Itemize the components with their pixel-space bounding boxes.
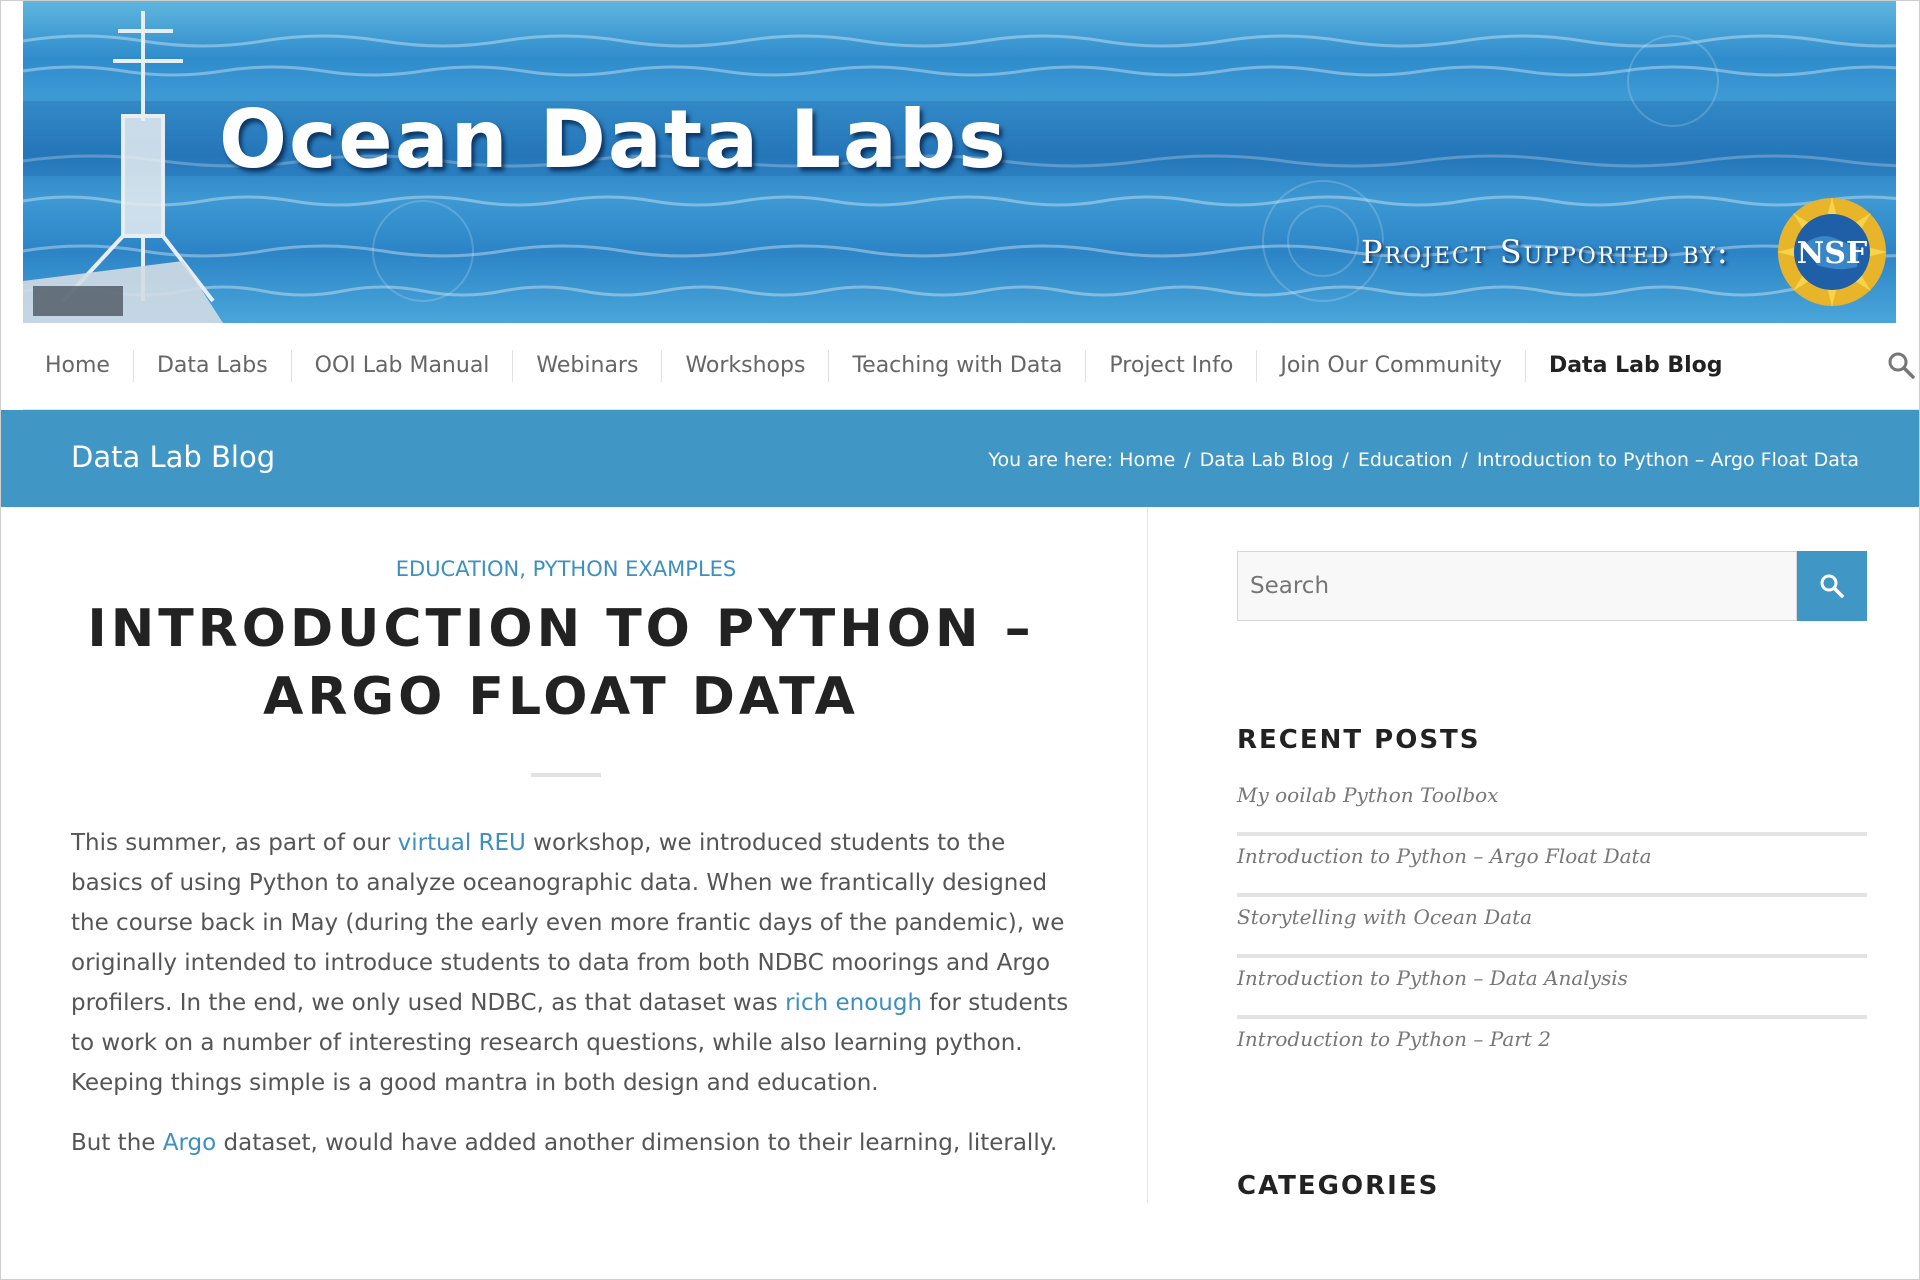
recent-post-item[interactable]: Storytelling with Ocean Data [1237, 897, 1867, 958]
nav-item-workshops[interactable]: Workshops [661, 350, 828, 382]
breadcrumb: You are here: Home / Data Lab Blog / Edu… [988, 449, 1859, 471]
paragraph-2: But the Argo dataset, would have added a… [71, 1130, 1058, 1156]
breadcrumb-separator: / [1342, 449, 1349, 471]
nav-item-home[interactable]: Home [23, 350, 133, 382]
sidebar-search [1237, 551, 1867, 621]
breadcrumb-prefix: You are here: [988, 449, 1114, 471]
nav-menu: Home Data Labs OOI Lab Manual Webinars W… [23, 323, 1919, 409]
recent-posts-title: RECENT POSTS [1237, 725, 1481, 755]
categories-title: CATEGORIES [1237, 1171, 1440, 1201]
recent-post-item[interactable]: Introduction to Python – Argo Float Data [1237, 836, 1867, 897]
nav-item-data-labs[interactable]: Data Labs [132, 350, 291, 382]
buoy-graphic [23, 11, 223, 323]
post-title-line-1: INTRODUCTION TO PYTHON – [87, 599, 1035, 659]
nav-item-teaching-with-data[interactable]: Teaching with Data [828, 350, 1085, 382]
post-body: This summer, as part of our virtual REU … [71, 823, 1071, 1183]
category-link-python-examples[interactable]: PYTHON EXAMPLES [533, 557, 737, 581]
link-virtual-reu[interactable]: virtual REU [398, 830, 526, 856]
page-title[interactable]: Data Lab Blog [71, 440, 275, 474]
site-banner[interactable]: Ocean Data Labs Project Supported by: NS… [23, 1, 1896, 323]
recent-post-item[interactable]: Introduction to Python – Part 2 [1237, 1019, 1867, 1076]
recent-posts-list: My ooilab Python Toolbox Introduction to… [1237, 775, 1867, 1076]
category-link-education[interactable]: EDUCATION [396, 557, 519, 581]
breadcrumb-education[interactable]: Education [1358, 449, 1453, 471]
article: EDUCATION, PYTHON EXAMPLES INTRODUCTION … [1, 507, 1148, 1203]
nav-item-data-lab-blog[interactable]: Data Lab Blog [1524, 350, 1746, 382]
paragraph-1: This summer, as part of our virtual REU … [71, 830, 1069, 1096]
page-title-bar: Data Lab Blog You are here: Home / Data … [1, 410, 1919, 507]
nav-item-join-our-community[interactable]: Join Our Community [1256, 350, 1525, 382]
search-icon [1820, 574, 1844, 598]
breadcrumb-separator: / [1461, 449, 1468, 471]
breadcrumb-home[interactable]: Home [1119, 449, 1175, 471]
post-title-line-2: ARGO FLOAT DATA [263, 667, 859, 727]
search-input[interactable] [1237, 551, 1797, 621]
nsf-logo-text: NSF [1797, 236, 1867, 271]
post-categories: EDUCATION, PYTHON EXAMPLES [395, 557, 737, 581]
nsf-logo[interactable]: NSF [1777, 197, 1887, 307]
page: Ocean Data Labs Project Supported by: NS… [0, 0, 1920, 1280]
breadcrumb-separator: / [1184, 449, 1191, 471]
title-divider [531, 773, 601, 777]
supported-by-text: Project Supported by: [1361, 233, 1730, 271]
post-title: INTRODUCTION TO PYTHON – ARGO FLOAT DATA [61, 595, 1061, 731]
site-title[interactable]: Ocean Data Labs [219, 93, 1008, 186]
nav-item-webinars[interactable]: Webinars [512, 350, 661, 382]
main-navigation: Home Data Labs OOI Lab Manual Webinars W… [23, 323, 1919, 410]
search-icon[interactable] [1887, 351, 1915, 379]
link-argo[interactable]: Argo [163, 1130, 216, 1156]
search-button[interactable] [1797, 551, 1867, 621]
nav-item-project-info[interactable]: Project Info [1085, 350, 1256, 382]
recent-post-item[interactable]: My ooilab Python Toolbox [1237, 775, 1867, 836]
link-rich-enough[interactable]: rich enough [785, 990, 922, 1016]
breadcrumb-data-lab-blog[interactable]: Data Lab Blog [1200, 449, 1334, 471]
breadcrumb-current: Introduction to Python – Argo Float Data [1476, 449, 1859, 471]
recent-post-item[interactable]: Introduction to Python – Data Analysis [1237, 958, 1867, 1019]
nav-item-ooi-lab-manual[interactable]: OOI Lab Manual [290, 350, 513, 382]
